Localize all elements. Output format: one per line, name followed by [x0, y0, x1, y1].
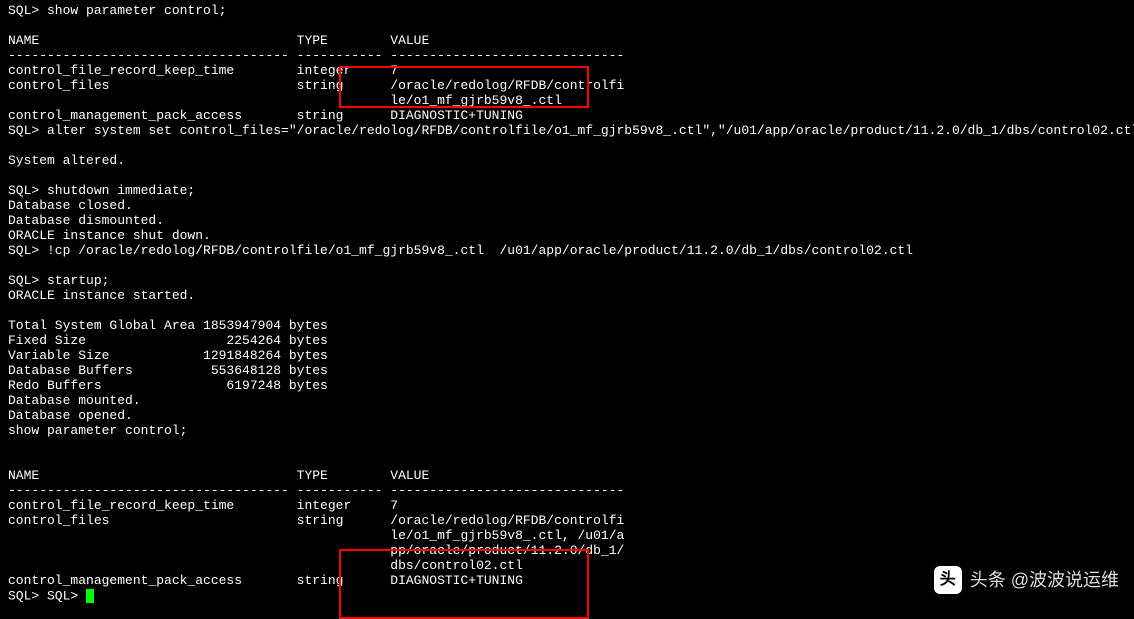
prompt-text: SQL> SQL>	[8, 588, 86, 603]
param-row: control_files string /oracle/redolog/RFD…	[8, 79, 1126, 94]
memory-info: Variable Size 1291848264 bytes	[8, 349, 1126, 364]
sql-prompt-line: SQL> show parameter control;	[8, 4, 1126, 19]
table-header: NAME TYPE VALUE	[8, 34, 1126, 49]
table-separator: ------------------------------------ ---…	[8, 484, 1126, 499]
sql-shutdown-command: SQL> shutdown immediate;	[8, 184, 1126, 199]
blank-line	[8, 304, 1126, 319]
memory-info: Total System Global Area 1853947904 byte…	[8, 319, 1126, 334]
param-row-continuation: le/o1_mf_gjrb59v8_.ctl, /u01/a	[8, 529, 1126, 544]
memory-info: Redo Buffers 6197248 bytes	[8, 379, 1126, 394]
sql-alter-command: SQL> alter system set control_files="/or…	[8, 124, 1126, 139]
param-row-continuation: le/o1_mf_gjrb59v8_.ctl	[8, 94, 1126, 109]
blank-line	[8, 439, 1126, 454]
status-message: ORACLE instance started.	[8, 289, 1126, 304]
status-message: Database closed.	[8, 199, 1126, 214]
watermark-logo-icon: 头	[934, 566, 962, 594]
status-message: System altered.	[8, 154, 1126, 169]
sql-show-command: show parameter control;	[8, 424, 1126, 439]
blank-line	[8, 259, 1126, 274]
table-header: NAME TYPE VALUE	[8, 469, 1126, 484]
status-message: ORACLE instance shut down.	[8, 229, 1126, 244]
table-separator: ------------------------------------ ---…	[8, 49, 1126, 64]
sql-startup-command: SQL> startup;	[8, 274, 1126, 289]
param-row: control_management_pack_access string DI…	[8, 109, 1126, 124]
param-row: control_file_record_keep_time integer 7	[8, 499, 1126, 514]
sql-cp-command: SQL> !cp /oracle/redolog/RFDB/controlfil…	[8, 244, 1126, 259]
blank-line	[8, 169, 1126, 184]
blank-line	[8, 19, 1126, 34]
param-row: control_file_record_keep_time integer 7	[8, 64, 1126, 79]
terminal-output[interactable]: SQL> show parameter control; NAME TYPE V…	[8, 4, 1126, 604]
param-row-continuation: pp/oracle/product/11.2.0/db_1/	[8, 544, 1126, 559]
memory-info: Fixed Size 2254264 bytes	[8, 334, 1126, 349]
blank-line	[8, 139, 1126, 154]
cursor-icon	[86, 589, 94, 603]
status-message: Database mounted.	[8, 394, 1126, 409]
status-message: Database opened.	[8, 409, 1126, 424]
status-message: Database dismounted.	[8, 214, 1126, 229]
watermark-text: 头条 @波波说运维	[970, 570, 1119, 591]
watermark: 头 头条 @波波说运维	[934, 566, 1119, 594]
memory-info: Database Buffers 553648128 bytes	[8, 364, 1126, 379]
param-row: control_files string /oracle/redolog/RFD…	[8, 514, 1126, 529]
blank-line	[8, 454, 1126, 469]
